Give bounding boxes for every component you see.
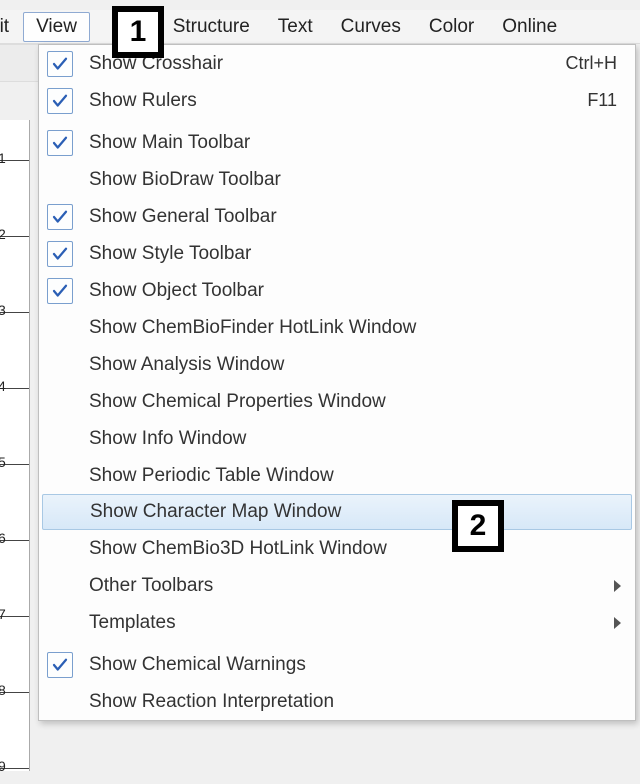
- ruler-tick: 6: [0, 540, 29, 541]
- menu-item-label: Show Character Map Window: [90, 501, 624, 523]
- view-menu-dropdown: Show CrosshairCtrl+HShow RulersF11Show M…: [38, 44, 636, 721]
- menu-check-slot: [45, 241, 75, 267]
- menu-check-slot: [45, 278, 75, 304]
- callout-1: 1: [112, 6, 164, 58]
- menu-item-label: Show ChemBio3D HotLink Window: [89, 538, 625, 560]
- menu-check-slot: [45, 389, 75, 415]
- ruler-tick-label: 9: [0, 758, 6, 774]
- check-icon: [47, 204, 73, 230]
- menu-item-show-chemical-properties-window[interactable]: Show Chemical Properties Window: [39, 383, 635, 420]
- menu-separator: [45, 121, 629, 122]
- chevron-right-icon: [614, 617, 621, 629]
- menu-item-show-biodraw-toolbar[interactable]: Show BioDraw Toolbar: [39, 161, 635, 198]
- menu-check-slot: [45, 573, 75, 599]
- menubar-item-view[interactable]: View: [23, 12, 90, 42]
- menu-item-label: Show BioDraw Toolbar: [89, 169, 625, 191]
- menu-item-show-analysis-window[interactable]: Show Analysis Window: [39, 346, 635, 383]
- menu-item-show-chembio3d-hotlink-window[interactable]: Show ChemBio3D HotLink Window: [39, 530, 635, 567]
- menu-check-slot: [45, 426, 75, 452]
- menu-item-label: Show Periodic Table Window: [89, 465, 625, 487]
- menu-item-show-general-toolbar[interactable]: Show General Toolbar: [39, 198, 635, 235]
- ruler-tick: 4: [0, 388, 29, 389]
- menubar-item-online[interactable]: Online: [488, 12, 571, 42]
- menubar-item-color[interactable]: Color: [415, 12, 488, 42]
- menu-item-show-character-map-window[interactable]: Show Character Map Window: [42, 494, 632, 530]
- menu-item-show-style-toolbar[interactable]: Show Style Toolbar: [39, 235, 635, 272]
- callout-2: 2: [452, 500, 504, 552]
- toolbar-fragment: [0, 44, 40, 82]
- check-icon: [47, 278, 73, 304]
- menu-check-slot: [45, 536, 75, 562]
- menu-item-show-main-toolbar[interactable]: Show Main Toolbar: [39, 124, 635, 161]
- menu-item-label: Templates: [89, 612, 614, 634]
- ruler-tick: 1: [0, 160, 29, 161]
- menu-item-label: Show Rulers: [89, 90, 587, 112]
- ruler-tick-label: 6: [0, 530, 6, 546]
- check-icon: [47, 88, 73, 114]
- ruler-tick: 9: [0, 768, 29, 769]
- ruler-tick: 3: [0, 312, 29, 313]
- menubar-item-dit[interactable]: dit: [0, 12, 23, 42]
- menu-check-slot: [45, 610, 75, 636]
- menu-item-label: Show Reaction Interpretation: [89, 691, 625, 713]
- menu-check-slot: [46, 499, 76, 525]
- menu-check-slot: [45, 652, 75, 678]
- menu-item-label: Show Info Window: [89, 428, 625, 450]
- check-icon: [47, 130, 73, 156]
- ruler-tick: 8: [0, 692, 29, 693]
- menu-item-label: Show Analysis Window: [89, 354, 625, 376]
- menu-item-label: Show ChemBioFinder HotLink Window: [89, 317, 625, 339]
- menu-check-slot: [45, 463, 75, 489]
- menu-item-label: Other Toolbars: [89, 575, 614, 597]
- menu-item-show-periodic-table-window[interactable]: Show Periodic Table Window: [39, 457, 635, 494]
- menu-shortcut: F11: [587, 90, 625, 111]
- menu-item-show-chembiofinder-hotlink-window[interactable]: Show ChemBioFinder HotLink Window: [39, 309, 635, 346]
- check-icon: [47, 241, 73, 267]
- menubar-item-text[interactable]: Text: [264, 12, 327, 42]
- menu-check-slot: [45, 88, 75, 114]
- ruler-tick-label: 8: [0, 682, 6, 698]
- menubar-item-structure[interactable]: Structure: [159, 12, 264, 42]
- callout-2-label: 2: [470, 509, 487, 543]
- menubar: ditViewctStructureTextCurvesColorOnline: [0, 10, 640, 44]
- menu-item-show-reaction-interpretation[interactable]: Show Reaction Interpretation: [39, 683, 635, 720]
- chevron-right-icon: [614, 580, 621, 592]
- menu-item-show-rulers[interactable]: Show RulersF11: [39, 82, 635, 119]
- menu-item-label: Show Object Toolbar: [89, 280, 625, 302]
- menu-check-slot: [45, 167, 75, 193]
- check-icon: [47, 652, 73, 678]
- ruler-tick: 2: [0, 236, 29, 237]
- menu-item-show-object-toolbar[interactable]: Show Object Toolbar: [39, 272, 635, 309]
- ruler-tick-label: 3: [0, 302, 6, 318]
- menu-item-show-chemical-warnings[interactable]: Show Chemical Warnings: [39, 646, 635, 683]
- menu-check-slot: [45, 204, 75, 230]
- callout-1-label: 1: [130, 15, 147, 49]
- ruler-tick-label: 5: [0, 454, 6, 470]
- menu-item-other-toolbars[interactable]: Other Toolbars: [39, 567, 635, 604]
- menu-item-templates[interactable]: Templates: [39, 604, 635, 641]
- menu-check-slot: [45, 352, 75, 378]
- check-icon: [47, 51, 73, 77]
- menu-item-label: Show Main Toolbar: [89, 132, 625, 154]
- ruler-tick-label: 1: [0, 150, 6, 166]
- menu-shortcut: Ctrl+H: [565, 53, 625, 74]
- ruler-tick-label: 2: [0, 226, 6, 242]
- menu-item-label: Show General Toolbar: [89, 206, 625, 228]
- menu-item-show-info-window[interactable]: Show Info Window: [39, 420, 635, 457]
- menubar-item-curves[interactable]: Curves: [327, 12, 415, 42]
- menu-check-slot: [45, 130, 75, 156]
- ruler-tick: 5: [0, 464, 29, 465]
- menu-item-label: Show Chemical Warnings: [89, 654, 625, 676]
- ruler-tick: 7: [0, 616, 29, 617]
- menu-check-slot: [45, 315, 75, 341]
- menu-check-slot: [45, 689, 75, 715]
- vertical-ruler: 1 2 3 4 5 6 7 8 9: [0, 120, 30, 771]
- menu-check-slot: [45, 51, 75, 77]
- menu-item-label: Show Style Toolbar: [89, 243, 625, 265]
- ruler-tick-label: 7: [0, 606, 6, 622]
- menu-separator: [45, 643, 629, 644]
- ruler-tick-label: 4: [0, 378, 6, 394]
- menu-item-label: Show Chemical Properties Window: [89, 391, 625, 413]
